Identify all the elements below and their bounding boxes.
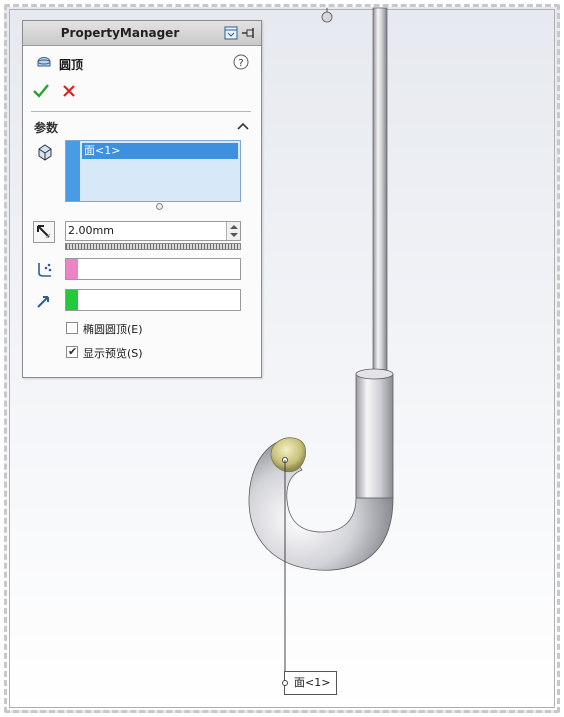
handle-tube[interactable] [355, 371, 394, 501]
elliptical-dome-label[interactable]: 椭圆圆顶(E) [83, 321, 143, 337]
elliptical-dome-checkbox[interactable] [66, 322, 78, 334]
pm-divider [31, 111, 251, 112]
callout-anchor [282, 680, 288, 686]
spin-up-icon[interactable] [230, 225, 238, 229]
show-preview-label[interactable]: 显示预览(S) [83, 345, 143, 361]
spin-down-icon[interactable] [230, 233, 238, 237]
distance-value: 2.00mm [68, 224, 114, 237]
constraint-selection-field[interactable] [65, 258, 241, 280]
face-icon [35, 142, 55, 165]
direction-arrow-icon [35, 292, 53, 313]
ok-button[interactable] [31, 81, 51, 101]
constraint-color-chip [66, 259, 78, 279]
checkmark-icon [33, 84, 49, 98]
chevron-up-icon[interactable] [237, 120, 249, 134]
direction-selection-field[interactable] [65, 289, 241, 311]
handle-tube-top [355, 368, 394, 380]
shaft-tip [321, 11, 333, 23]
svg-text:?: ? [238, 58, 243, 69]
face-selection-box[interactable]: 面<1> [65, 140, 241, 202]
x-icon [63, 85, 75, 97]
distance-input[interactable]: 2.00mm [65, 221, 241, 241]
direction-color-chip [66, 290, 78, 310]
list-resize-handle[interactable] [156, 203, 163, 210]
cancel-button[interactable] [59, 81, 79, 101]
property-manager-panel: PropertyManager 圆顶 ? 参数 面<1> 2.00mm 椭圆圆顶… [22, 20, 262, 378]
pm-title: PropertyManager [60, 26, 180, 40]
pm-header: PropertyManager [23, 21, 261, 46]
face-callout[interactable]: 面<1> [282, 671, 337, 695]
constraint-icon [35, 259, 55, 282]
checkmark-icon: ✔ [68, 345, 78, 358]
show-preview-checkbox[interactable]: ✔ [66, 345, 78, 358]
dome-icon [35, 52, 53, 73]
window-icon[interactable] [223, 25, 239, 41]
selection-color-strip [66, 141, 80, 201]
question-icon[interactable]: ? [233, 54, 249, 73]
umbrella-shaft[interactable] [372, 7, 388, 377]
feature-name: 圆顶 [59, 58, 84, 72]
distance-spinner[interactable] [226, 222, 240, 240]
selected-face-item[interactable]: 面<1> [82, 143, 238, 159]
distance-thumbwheel[interactable] [65, 243, 241, 250]
parameters-group-title: 参数 [34, 121, 59, 135]
pin-icon[interactable] [241, 25, 257, 41]
dome-preview[interactable] [270, 437, 307, 473]
callout-label: 面<1> [294, 676, 331, 689]
distance-arrow-icon[interactable] [33, 221, 55, 243]
